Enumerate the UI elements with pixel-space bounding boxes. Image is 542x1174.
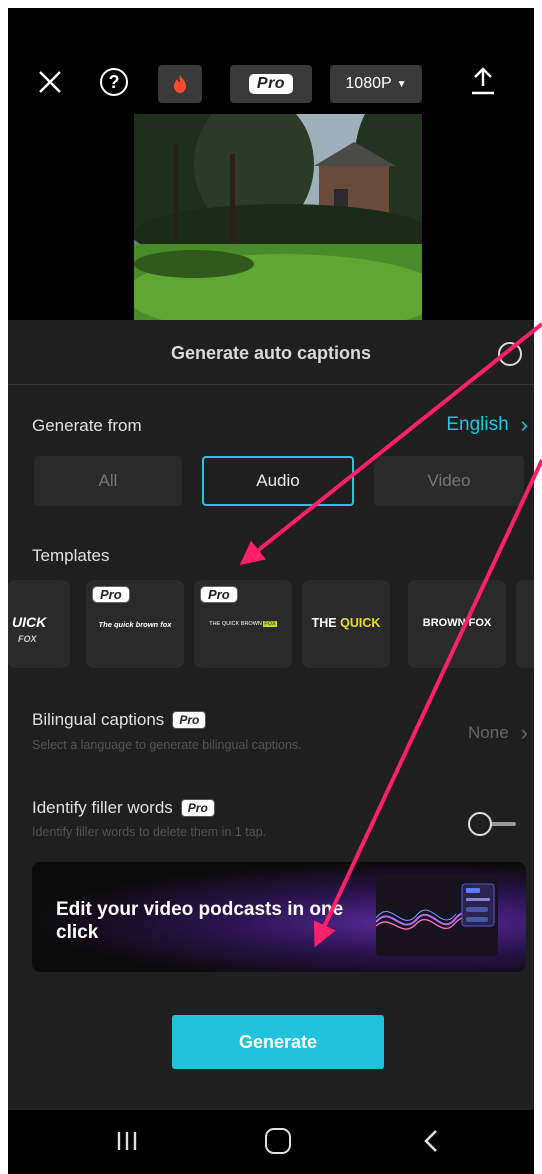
pro-badge: Pro [172, 711, 207, 729]
chevron-right-icon: › [520, 412, 528, 437]
template-text: THE QUICK BROWN [209, 621, 262, 627]
fire-icon[interactable] [158, 65, 202, 103]
filler-words-description: Identify filler words to delete them in … [32, 825, 267, 839]
template-text-group: THE QUICK BROWN FOX [194, 621, 292, 627]
bilingual-captions-description: Select a language to generate bilingual … [32, 738, 302, 752]
close-icon[interactable] [36, 68, 64, 96]
pro-label: Pro [248, 74, 294, 94]
bilingual-language-selector[interactable]: None › [468, 720, 528, 746]
chevron-right-icon: › [520, 720, 528, 745]
bilingual-captions-label: Bilingual captions [32, 710, 165, 729]
caret-down-icon: ▼ [396, 78, 407, 90]
help-icon[interactable]: ? [100, 68, 128, 96]
podcast-promo-banner[interactable]: Edit your video podcasts in one click [32, 862, 526, 972]
banner-text: Edit your video podcasts in one click [56, 899, 344, 943]
language-value: English [446, 414, 509, 435]
podcast-wave-illustration [376, 874, 498, 956]
pro-button[interactable]: Pro [230, 65, 312, 103]
template-text: The quick brown fox [98, 620, 172, 629]
recents-icon[interactable] [114, 1128, 140, 1154]
pro-badge: Pro [200, 586, 238, 603]
segment-all[interactable]: All [34, 456, 182, 506]
template-text-group: BROWN FOX [408, 617, 506, 629]
filler-words-label: Identify filler words [32, 798, 173, 817]
template-highlight: FOX [263, 621, 277, 627]
template-card[interactable]: Pro The quick brown fox [86, 580, 184, 668]
phone-screen: ? Pro 1080P ▼ Generate auto captions Gen… [8, 8, 534, 1174]
generate-button[interactable]: Generate [172, 1015, 384, 1069]
templates-label: Templates [32, 546, 110, 565]
segment-video[interactable]: Video [374, 456, 524, 506]
editor-topbar: ? Pro 1080P ▼ [8, 8, 534, 328]
home-icon[interactable] [265, 1128, 291, 1154]
resolution-value: 1080P [345, 75, 392, 92]
template-text-group: THE QUICK [302, 616, 390, 630]
template-text: BROWN F [422, 617, 476, 629]
bilingual-value: None [468, 723, 509, 742]
template-subtext: FOX [18, 634, 37, 644]
divider [8, 384, 534, 385]
export-icon[interactable] [470, 66, 496, 96]
segment-audio[interactable]: Audio [202, 456, 354, 506]
auto-captions-sheet: Generate auto captions Generate from Eng… [8, 320, 534, 1174]
back-icon[interactable] [420, 1128, 442, 1154]
template-card[interactable]: Pro THE QUICK BROWN FOX [194, 580, 292, 668]
template-card[interactable]: THE QUICK [302, 580, 390, 668]
video-preview[interactable] [134, 114, 422, 328]
generate-from-label: Generate from [32, 416, 142, 435]
language-selector[interactable]: English › [446, 412, 528, 438]
filler-words-row: Identify filler words Pro [32, 798, 215, 818]
bilingual-captions-row[interactable]: Bilingual captions Pro [32, 710, 207, 730]
template-tail: OX [475, 617, 492, 629]
template-card[interactable]: UICK FOX [8, 580, 70, 668]
android-nav-bar [8, 1110, 534, 1174]
resolution-selector[interactable]: 1080P ▼ [330, 65, 422, 103]
filler-words-toggle[interactable] [468, 812, 516, 836]
template-card[interactable]: BROWN FOX [408, 580, 506, 668]
template-text: UICK [12, 614, 47, 630]
confirm-icon[interactable] [498, 342, 522, 366]
toggle-knob [468, 812, 492, 836]
pro-badge: Pro [92, 586, 130, 603]
sheet-title: Generate auto captions [170, 343, 372, 363]
template-text: THE [311, 616, 337, 630]
template-highlight: QUICK [340, 616, 381, 630]
pro-badge: Pro [180, 799, 215, 817]
template-card[interactable] [516, 580, 534, 668]
